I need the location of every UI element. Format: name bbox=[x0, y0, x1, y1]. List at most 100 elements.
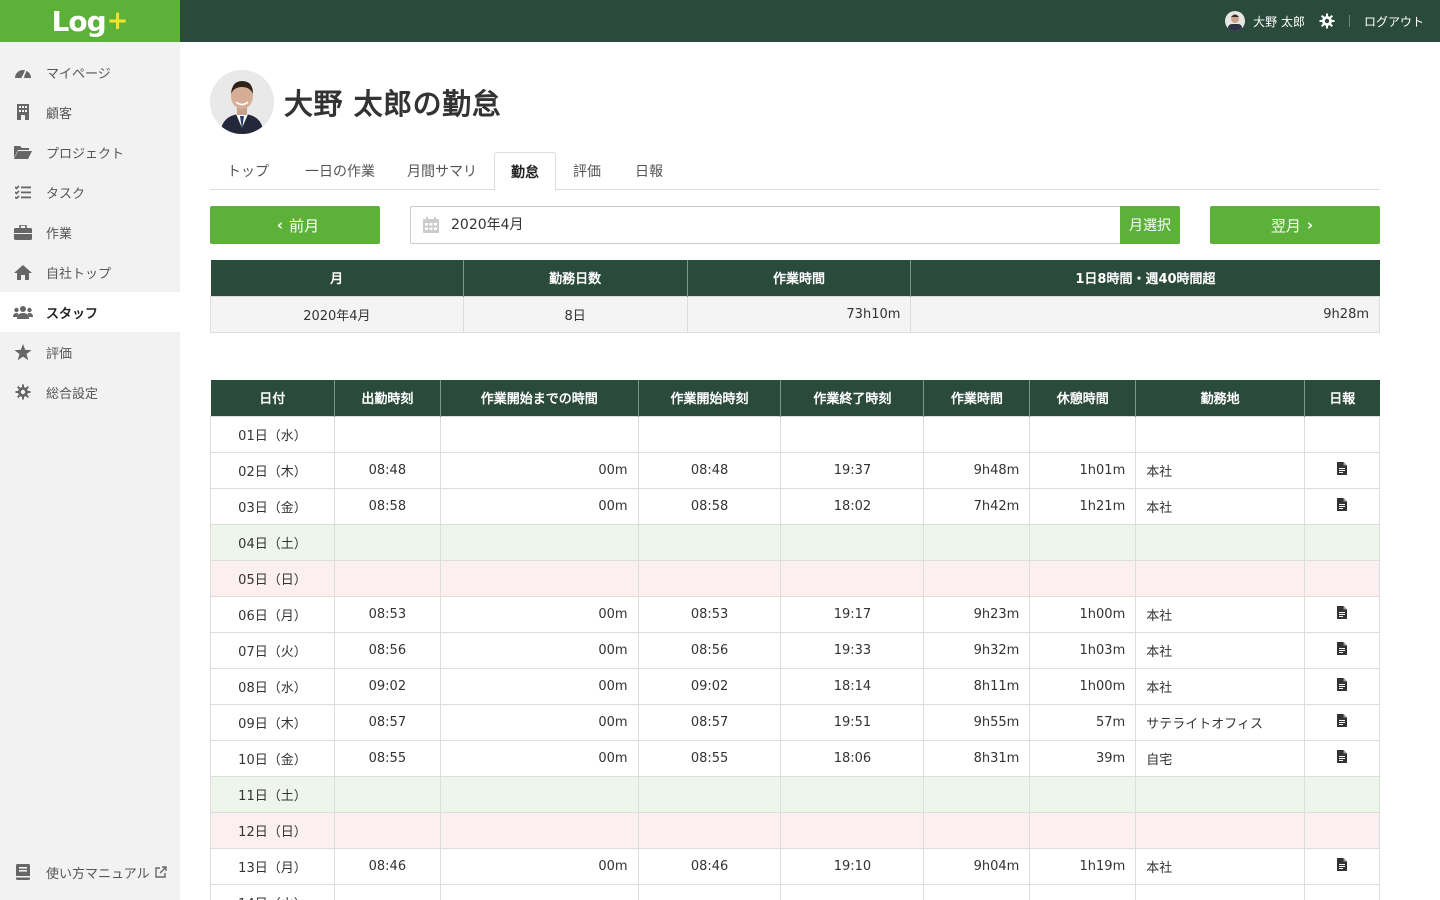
next-month-button[interactable]: 翌月 › bbox=[1210, 206, 1380, 244]
document-icon[interactable] bbox=[1337, 749, 1348, 767]
sidebar-item-work[interactable]: 作業 bbox=[0, 212, 180, 252]
sidebar-item-mypage[interactable]: マイページ bbox=[0, 52, 180, 92]
cell-location bbox=[1135, 523, 1306, 561]
cell-time-before-start: 00m bbox=[439, 631, 639, 669]
tab-attendance[interactable]: 勤怠 bbox=[494, 152, 556, 191]
cell-clock-in bbox=[333, 523, 441, 561]
logo-text: Log bbox=[51, 4, 107, 38]
cell-location: 本社 bbox=[1135, 847, 1306, 885]
cell-clock-in: 08:58 bbox=[333, 487, 441, 525]
cell-daily-report bbox=[1304, 667, 1380, 705]
prev-month-label: 前月 bbox=[289, 216, 320, 235]
tab-monthly-summary[interactable]: 月間サマリ bbox=[396, 152, 488, 190]
summary-workdays: 8日 bbox=[462, 295, 688, 333]
users-icon bbox=[13, 302, 33, 322]
cell-time-before-start: 00m bbox=[439, 595, 639, 633]
header-work-end: 作業終了時刻 bbox=[780, 380, 924, 416]
cell-break-time: 1h01m bbox=[1029, 451, 1137, 489]
sidebar-item-label: 自社トップ bbox=[46, 266, 112, 282]
cell-work-time: 9h04m bbox=[923, 847, 1031, 885]
star-icon bbox=[13, 342, 33, 362]
cell-clock-in: 08:53 bbox=[333, 595, 441, 633]
cell-break-time: 1h00m bbox=[1029, 667, 1137, 705]
document-icon[interactable] bbox=[1337, 497, 1348, 515]
summary-header-worktime: 作業時間 bbox=[686, 260, 911, 296]
gear-icon[interactable] bbox=[1319, 13, 1335, 29]
cell-work-start: 08:48 bbox=[637, 451, 782, 489]
cell-daily-report bbox=[1304, 811, 1380, 849]
header-user-name[interactable]: 大野 太郎 bbox=[1253, 13, 1305, 30]
checklist-icon bbox=[13, 182, 33, 202]
daily-attendance-table: 日付 出勤時刻 作業開始までの時間 作業開始時刻 作業終了時刻 作業時間 休憩時… bbox=[210, 380, 1380, 900]
cell-break-time bbox=[1029, 811, 1137, 849]
cell-clock-in bbox=[333, 415, 441, 453]
table-row: 07日（火） 08:56 00m 08:56 19:33 9h32m 1h03m 本社 bbox=[210, 631, 1380, 669]
sidebar-item-customers[interactable]: 顧客 bbox=[0, 92, 180, 132]
document-icon[interactable] bbox=[1337, 641, 1348, 659]
cell-work-end bbox=[780, 811, 925, 849]
sidebar-item-evaluation[interactable]: 評価 bbox=[0, 332, 180, 372]
cell-date: 10日（金） bbox=[210, 739, 335, 777]
cell-work-start: 09:02 bbox=[637, 667, 782, 705]
cell-break-time bbox=[1029, 415, 1137, 453]
cell-daily-report bbox=[1304, 739, 1380, 777]
avatar bbox=[1225, 11, 1246, 31]
month-input[interactable]: 2020年4月 bbox=[451, 207, 524, 243]
cell-work-start: 08:46 bbox=[637, 847, 782, 885]
tab-evaluation[interactable]: 評価 bbox=[562, 152, 612, 190]
summary-header-row: 月 勤務日数 作業時間 1日8時間・週40時間超 bbox=[210, 260, 1380, 296]
cell-clock-in: 08:46 bbox=[333, 847, 441, 885]
home-icon bbox=[13, 262, 33, 282]
cell-clock-in bbox=[333, 883, 441, 900]
sidebar-item-settings[interactable]: 総合設定 bbox=[0, 372, 180, 412]
sidebar-item-tasks[interactable]: タスク bbox=[0, 172, 180, 212]
document-icon[interactable] bbox=[1337, 713, 1348, 731]
cell-break-time bbox=[1029, 775, 1137, 813]
document-icon[interactable] bbox=[1337, 461, 1348, 479]
sidebar-item-company-top[interactable]: 自社トップ bbox=[0, 252, 180, 292]
table-row: 08日（水） 09:02 00m 09:02 18:14 8h11m 1h00m 本社 bbox=[210, 667, 1380, 705]
cell-date: 03日（金） bbox=[210, 487, 335, 525]
tab-bar: トップ 一日の作業 月間サマリ 勤怠 評価 日報 bbox=[210, 152, 1380, 191]
cell-daily-report bbox=[1304, 559, 1380, 597]
document-icon[interactable] bbox=[1337, 605, 1348, 623]
month-picker[interactable]: 2020年4月 月選択 bbox=[410, 206, 1180, 244]
cell-break-time: 1h00m bbox=[1029, 595, 1137, 633]
cell-break-time bbox=[1029, 559, 1137, 597]
manual-link[interactable]: 使い方マニュアル bbox=[0, 852, 180, 892]
tab-daily-report[interactable]: 日報 bbox=[624, 152, 674, 190]
cell-work-end: 19:51 bbox=[780, 703, 925, 741]
cell-work-start: 08:58 bbox=[637, 487, 782, 525]
cell-break-time: 57m bbox=[1029, 703, 1137, 741]
cell-work-start: 08:57 bbox=[637, 703, 782, 741]
cell-work-end: 18:02 bbox=[780, 487, 925, 525]
prev-month-button[interactable]: ‹ 前月 bbox=[210, 206, 380, 244]
cell-clock-in: 09:02 bbox=[333, 667, 441, 705]
cell-work-time bbox=[923, 559, 1031, 597]
cell-daily-report bbox=[1304, 883, 1380, 900]
logo[interactable]: Log + bbox=[0, 0, 180, 42]
cell-location: 本社 bbox=[1135, 595, 1306, 633]
cell-work-start bbox=[637, 883, 782, 900]
tab-daily-work[interactable]: 一日の作業 bbox=[294, 152, 386, 190]
document-icon[interactable] bbox=[1337, 677, 1348, 695]
cell-location bbox=[1135, 883, 1306, 900]
summary-month: 2020年4月 bbox=[210, 295, 464, 333]
cell-location bbox=[1135, 415, 1306, 453]
cell-time-before-start bbox=[439, 523, 639, 561]
table-row: 01日（水） bbox=[210, 415, 1380, 453]
cell-work-end: 19:17 bbox=[780, 595, 925, 633]
header-date: 日付 bbox=[210, 380, 335, 416]
logout-link[interactable]: ログアウト bbox=[1364, 13, 1424, 30]
document-icon[interactable] bbox=[1337, 857, 1348, 875]
cell-break-time: 1h19m bbox=[1029, 847, 1137, 885]
sidebar-item-label: 作業 bbox=[46, 226, 73, 242]
tab-top[interactable]: トップ bbox=[210, 152, 286, 190]
table-row: 06日（月） 08:53 00m 08:53 19:17 9h23m 1h00m 本社 bbox=[210, 595, 1380, 633]
sidebar-item-projects[interactable]: プロジェクト bbox=[0, 132, 180, 172]
cell-date: 12日（日） bbox=[210, 811, 335, 849]
cell-break-time: 1h21m bbox=[1029, 487, 1137, 525]
sidebar-item-staff[interactable]: スタッフ bbox=[0, 292, 180, 332]
cell-work-end bbox=[780, 415, 925, 453]
month-select-button[interactable]: 月選択 bbox=[1120, 206, 1180, 244]
